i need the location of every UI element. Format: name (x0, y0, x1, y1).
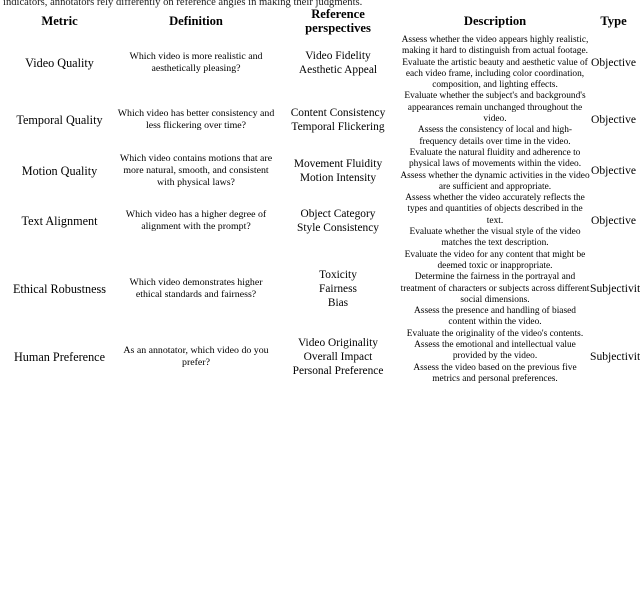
reference-perspectives-cell: Video Fidelity Aesthetic Appeal (276, 35, 400, 91)
perspective-description: Evaluate whether the subject's and backg… (404, 91, 586, 125)
perspective-description: Assess the consistency of local and high… (417, 125, 573, 147)
perspective-name: Video Fidelity (305, 50, 371, 63)
perspective-name: Aesthetic Appeal (298, 64, 378, 77)
perspective-name: Movement Fluidity (293, 157, 383, 170)
reference-perspectives-cell: Toxicity Fairness Bias (276, 250, 400, 329)
perspective-description: Evaluate the artistic beauty and aesthet… (402, 57, 588, 91)
metrics-table: Metric Definition Reference perspectives Des… (3, 7, 640, 385)
metric-name: Ethical Robustness (12, 282, 107, 297)
perspective-name: Fairness (319, 283, 357, 296)
metric-type: Objective (590, 56, 637, 70)
perspective-description: Assess the emotional and intellectual va… (414, 340, 576, 362)
perspective-description: Evaluate the natural fluidity and adhere… (408, 147, 582, 170)
perspective-description: Evaluate the originality of the video's … (406, 328, 584, 339)
metrics-table-container: Metric Definition Reference perspectives Des… (3, 7, 640, 385)
perspective-description: Assess whether the video accurately refl… (405, 193, 585, 226)
table-row: Text Alignment Which video has a higher d… (3, 193, 637, 249)
perspective-description: Assess whether the dynamic activities in… (400, 170, 590, 192)
perspective-description: Determine the fairness in the portrayal … (400, 272, 590, 305)
metric-name: Text Alignment (21, 214, 98, 229)
metric-name: Temporal Quality (16, 112, 103, 127)
column-header-description: Description (463, 13, 527, 28)
reference-perspectives-cell: Content Consistency Temporal Flickering (276, 91, 400, 147)
perspective-name: Toxicity (319, 269, 357, 282)
perspective-name: Bias (327, 297, 349, 310)
perspective-name: Motion Intensity (299, 171, 377, 184)
perspective-name: Object Category (300, 208, 376, 221)
metric-definition: Which video is more realistic and aesthe… (129, 51, 263, 75)
column-header-definition: Definition (169, 13, 223, 28)
table-row: Ethical Robustness Which video demonstrat… (3, 250, 640, 329)
metric-definition: Which video demonstrates higher ethical … (129, 277, 263, 301)
table-row: Human Preference As an annotator, which v… (3, 329, 640, 385)
column-header-reference-perspectives-line1: Reference (311, 7, 365, 21)
description-cell: Assess whether the video accurately refl… (400, 193, 590, 249)
perspective-name: Video Originality (298, 336, 378, 349)
perspective-name: Personal Preference (292, 364, 384, 377)
description-cell: Assess whether the video appears highly … (400, 35, 590, 91)
metric-type: Objective (590, 214, 637, 228)
metric-definition: Which video has a higher degree of align… (125, 209, 267, 233)
page-root: indicators, annotators rely differently … (0, 0, 640, 589)
table-header-row: Metric Definition Reference perspectives Des… (3, 7, 637, 35)
perspective-description: Assess whether the video appears highly … (401, 35, 589, 57)
perspective-name: Overall Impact (303, 350, 373, 363)
metric-type: Subjectivity (590, 349, 640, 363)
metric-name: Human Preference (13, 349, 106, 364)
perspective-description: Evaluate the video for any content that … (404, 249, 586, 271)
perspective-name: Temporal Flickering (291, 120, 385, 133)
metric-definition: As an annotator, which video do you pref… (123, 344, 269, 368)
metric-type: Subjectivity (590, 282, 640, 296)
metric-name: Motion Quality (21, 163, 98, 178)
perspective-description: Evaluate whether the visual style of the… (409, 227, 581, 249)
metric-definition: Which video has better consistency and l… (117, 107, 275, 131)
reference-perspectives-cell: Movement Fluidity Motion Intensity (276, 148, 400, 193)
column-header-metric: Metric (41, 13, 78, 28)
description-cell: Evaluate the originality of the video's … (400, 329, 590, 385)
metric-name: Video Quality (25, 56, 94, 71)
metric-definition: Which video contains motions that are mo… (119, 152, 273, 188)
perspective-description: Assess the video based on the previous f… (413, 362, 577, 384)
column-header-reference-perspectives-line2: perspectives (305, 20, 371, 35)
description-cell: Evaluate the natural fluidity and adhere… (400, 148, 590, 193)
column-header-type: Type (600, 13, 627, 28)
table-row: Temporal Quality Which video has better c… (3, 91, 637, 147)
table-row: Video Quality Which video is more realist… (3, 35, 637, 91)
reference-perspectives-cell: Video Originality Overall Impact Personal … (276, 329, 400, 385)
perspective-description: Assess the presence and handling of bias… (414, 306, 576, 328)
table-row: Motion Quality Which video contains motio… (3, 148, 637, 193)
perspective-name: Style Consistency (297, 222, 379, 235)
perspective-name: Content Consistency (290, 106, 386, 119)
column-header-reference-perspectives: Reference perspectives (276, 7, 400, 35)
metric-type: Objective (590, 163, 637, 177)
description-cell: Evaluate whether the subject's and backg… (400, 91, 590, 147)
description-cell: Evaluate the video for any content that … (400, 250, 590, 329)
metric-type: Objective (590, 112, 637, 126)
reference-perspectives-cell: Object Category Style Consistency (276, 193, 400, 249)
